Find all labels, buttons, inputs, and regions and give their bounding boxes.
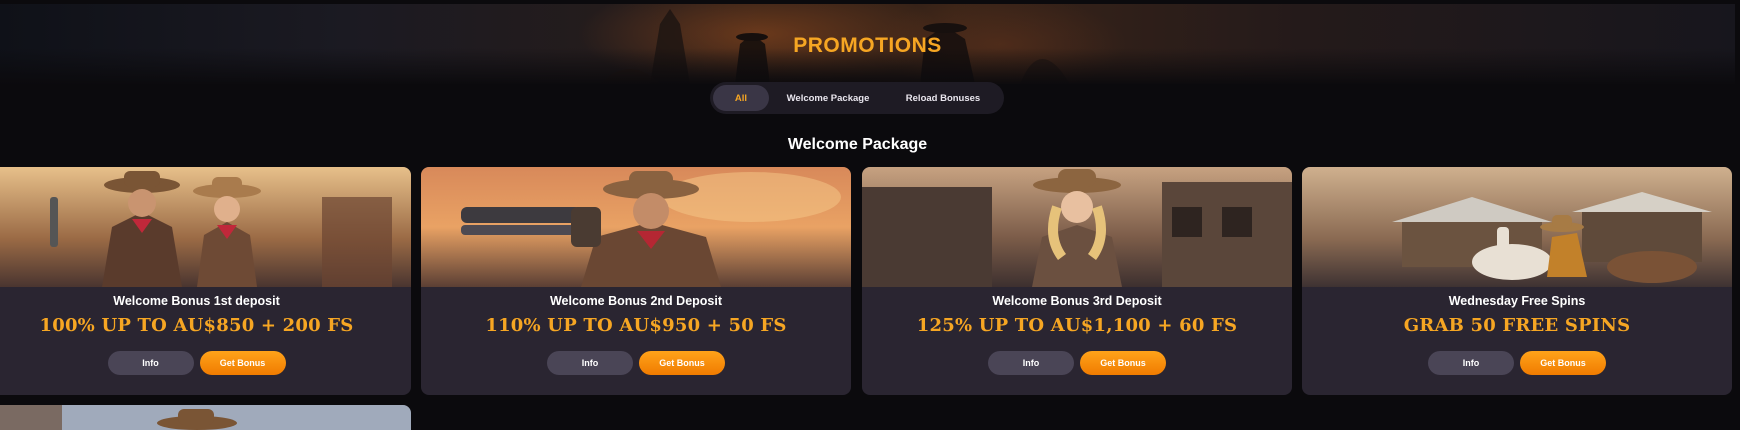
cowboy-duo-illustration xyxy=(0,167,411,287)
gunslinger-illustration xyxy=(421,167,851,287)
promotion-filter-tabs: All Welcome Package Reload Bonuses xyxy=(710,82,1004,114)
info-button[interactable]: Info xyxy=(988,351,1074,375)
promo-title: Welcome Bonus 3rd Deposit xyxy=(992,294,1162,308)
get-bonus-button[interactable]: Get Bonus xyxy=(1080,351,1166,375)
promo-offer: GRAB 50 FREE SPINS xyxy=(1403,315,1631,336)
info-button[interactable]: Info xyxy=(547,351,633,375)
promo-card: Welcome Bonus 1st deposit 100% UP TO AU$… xyxy=(0,167,411,395)
promo-offer: 100% UP TO AU$850 + 200 FS xyxy=(39,315,354,336)
section-heading: Welcome Package xyxy=(787,136,928,153)
promo-card-partial xyxy=(0,405,411,430)
cowgirl-illustration xyxy=(862,167,1292,287)
info-button[interactable]: Info xyxy=(1428,351,1514,375)
promo-card: Wednesday Free Spins GRAB 50 FREE SPINS … xyxy=(1302,167,1732,395)
promo-title: Welcome Bonus 1st deposit xyxy=(113,294,280,308)
info-button[interactable]: Info xyxy=(107,351,194,375)
get-bonus-button[interactable]: Get Bonus xyxy=(199,351,286,375)
promo-offer: 110% UP TO AU$950 + 50 FS xyxy=(485,315,787,336)
cowboy-illustration xyxy=(0,405,411,430)
promo-title: Wednesday Free Spins xyxy=(1448,294,1586,308)
horse-riders-illustration xyxy=(1302,167,1732,287)
tab-welcome-package[interactable]: Welcome Package xyxy=(769,85,887,111)
tab-reload-bonuses[interactable]: Reload Bonuses xyxy=(887,85,999,111)
promo-offer: 125% UP TO AU$1,100 + 60 FS xyxy=(916,315,1238,336)
page-title: PROMOTIONS xyxy=(793,34,942,57)
promo-card: Welcome Bonus 2nd Deposit 110% UP TO AU$… xyxy=(421,167,851,395)
promotions-banner: PROMOTIONS xyxy=(0,4,1735,84)
get-bonus-button[interactable]: Get Bonus xyxy=(639,351,725,375)
get-bonus-button[interactable]: Get Bonus xyxy=(1520,351,1606,375)
promo-card: Welcome Bonus 3rd Deposit 125% UP TO AU$… xyxy=(862,167,1292,395)
tab-all[interactable]: All xyxy=(713,85,769,111)
promo-title: Welcome Bonus 2nd Deposit xyxy=(549,294,722,308)
